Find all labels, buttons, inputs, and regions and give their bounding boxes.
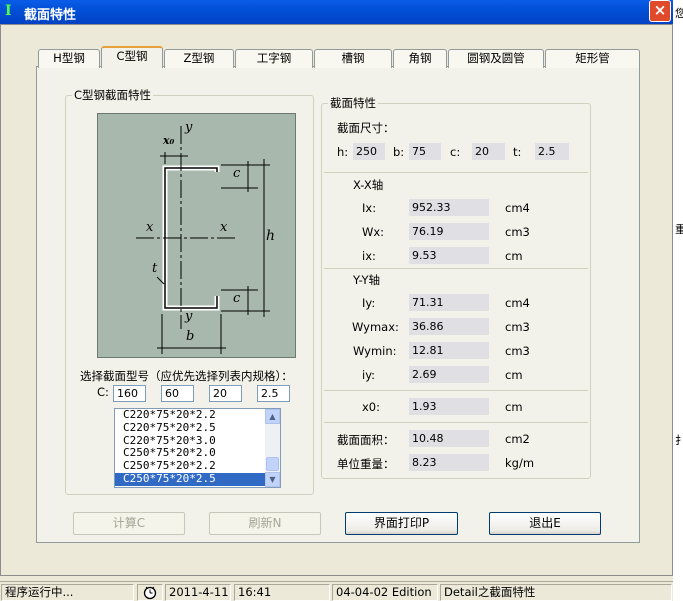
label-h: h xyxy=(266,228,276,244)
prop-label: Wymin: xyxy=(353,344,397,358)
prop-value: 76.19 xyxy=(409,223,489,240)
prop-unit: cm3 xyxy=(505,320,530,334)
dim-value-h: 250 xyxy=(353,143,385,160)
prop-value: 71.31 xyxy=(409,294,489,311)
prop-label: x0: xyxy=(362,400,380,414)
label-t: t xyxy=(152,261,158,276)
label-x-right: x xyxy=(220,220,228,235)
list-item[interactable]: C220*75*20*2.5 xyxy=(115,421,280,435)
prop-unit: cm2 xyxy=(505,432,530,446)
tab-h-steel[interactable]: H型钢 xyxy=(38,49,100,68)
list-item-selected[interactable]: C250*75*20*2.5 xyxy=(115,472,280,486)
divider xyxy=(324,422,588,423)
divider xyxy=(324,268,588,269)
dim-label-t: t: xyxy=(513,145,522,159)
lip-input[interactable]: 20 xyxy=(209,385,242,402)
side-glyph: 重 xyxy=(675,223,683,236)
prop-value: 952.33 xyxy=(409,199,489,216)
width-input[interactable]: 60 xyxy=(161,385,194,402)
scroll-thumb[interactable] xyxy=(266,457,279,471)
status-date: 2011-4-11 xyxy=(165,584,231,601)
prop-unit: cm xyxy=(505,249,523,263)
scroll-up-icon[interactable]: ▲ xyxy=(265,409,280,424)
prop-value: 1.93 xyxy=(409,398,489,415)
yy-axis-title: Y-Y轴 xyxy=(353,273,380,287)
prop-label: 截面面积： xyxy=(337,433,395,447)
prop-unit: cm xyxy=(505,400,523,414)
dim-value-t: 2.5 xyxy=(535,143,569,160)
status-bar: 程序运行中... 2011-4-11 16:41 04-04-02 Editio… xyxy=(0,581,673,601)
app-icon: I xyxy=(5,3,12,19)
tab-rect-tube[interactable]: 矩形管 xyxy=(545,49,640,68)
prop-value: 10.48 xyxy=(409,430,489,447)
c-section-legend: C型钢截面特性 xyxy=(74,88,152,102)
tab-angle[interactable]: 角钢 xyxy=(393,49,447,68)
refresh-button[interactable]: 刷新N xyxy=(209,512,321,535)
section-list[interactable]: C220*75*20*2.2 C220*75*20*2.5 C220*75*20… xyxy=(114,408,281,488)
status-time: 16:41 xyxy=(234,584,330,601)
title-bar[interactable]: I 截面特性 xyxy=(0,0,673,24)
tab-c-steel[interactable]: C型钢 xyxy=(101,46,163,68)
dim-label-h: h: xyxy=(337,145,349,159)
divider xyxy=(324,390,588,391)
list-scrollbar[interactable]: ▲ ▼ xyxy=(265,409,280,487)
prop-label: 单位重量： xyxy=(337,457,395,471)
label-y-top: y xyxy=(185,120,193,135)
print-button[interactable]: 界面打印P xyxy=(345,512,458,535)
prop-value: 12.81 xyxy=(409,342,489,359)
prop-unit: cm4 xyxy=(505,201,530,215)
background-window-strip: 您 重 扌 xyxy=(673,0,683,601)
prop-unit: cm3 xyxy=(505,225,530,239)
side-glyph: 扌 xyxy=(675,434,683,447)
thickness-input[interactable]: 2.5 xyxy=(257,385,290,402)
prop-value: 2.69 xyxy=(409,366,489,383)
prop-value: 9.53 xyxy=(409,247,489,264)
dims-title: 截面尺寸： xyxy=(337,121,395,135)
dim-value-b: 75 xyxy=(409,143,441,160)
label-c-bottom: c xyxy=(233,291,241,306)
label-x0: x₀ xyxy=(163,134,175,147)
prop-label: Wymax: xyxy=(352,320,399,334)
height-input[interactable]: 160 xyxy=(113,385,146,402)
prop-value: 36.86 xyxy=(409,318,489,335)
prop-unit: cm3 xyxy=(505,344,530,358)
calc-button[interactable]: 计算C xyxy=(73,512,185,535)
prop-value: 8.23 xyxy=(409,454,489,471)
clock-icon xyxy=(137,584,163,601)
prop-label: iy: xyxy=(362,368,376,382)
prop-label: Ix: xyxy=(362,201,377,215)
label-c-top: c xyxy=(233,166,241,181)
tab-z-steel[interactable]: Z型钢 xyxy=(164,49,234,68)
label-x-left: x xyxy=(146,220,154,235)
dim-label-c: c: xyxy=(450,145,461,159)
prop-label: Wx: xyxy=(362,225,385,239)
properties-legend: 截面特性 xyxy=(330,96,376,110)
prop-unit: cm xyxy=(505,368,523,382)
prop-label: Iy: xyxy=(362,296,376,310)
label-y-bottom: y xyxy=(185,309,193,324)
divider xyxy=(324,172,588,173)
dim-label-b: b: xyxy=(393,145,405,159)
list-item[interactable]: C220*75*20*2.2 xyxy=(115,409,280,422)
prop-unit: kg/m xyxy=(505,456,535,470)
scroll-down-icon[interactable]: ▼ xyxy=(265,472,280,487)
c-section-drawing: x₀ y y x x c c h t b xyxy=(97,113,296,358)
tab-channel[interactable]: 槽钢 xyxy=(314,49,392,68)
c-label: C: xyxy=(97,385,109,399)
prop-label: ix: xyxy=(362,249,376,263)
dim-value-c: 20 xyxy=(472,143,505,160)
label-b: b xyxy=(186,329,195,344)
status-running: 程序运行中... xyxy=(1,584,134,601)
window-title: 截面特性 xyxy=(24,8,77,23)
status-edition: 04-04-02 Edition xyxy=(332,584,438,601)
tab-i-beam[interactable]: 工字钢 xyxy=(235,49,313,68)
exit-button[interactable]: 退出E xyxy=(489,512,601,535)
prop-unit: cm4 xyxy=(505,296,530,310)
status-module: Detail之截面特性 xyxy=(440,584,672,601)
side-glyph: 您 xyxy=(675,7,683,20)
tab-round[interactable]: 圆钢及圆管 xyxy=(448,49,544,68)
select-section-label: 选择截面型号（应优先选择列表内规格）： xyxy=(80,369,293,383)
close-button[interactable]: × xyxy=(649,0,671,22)
xx-axis-title: X-X轴 xyxy=(353,178,384,192)
